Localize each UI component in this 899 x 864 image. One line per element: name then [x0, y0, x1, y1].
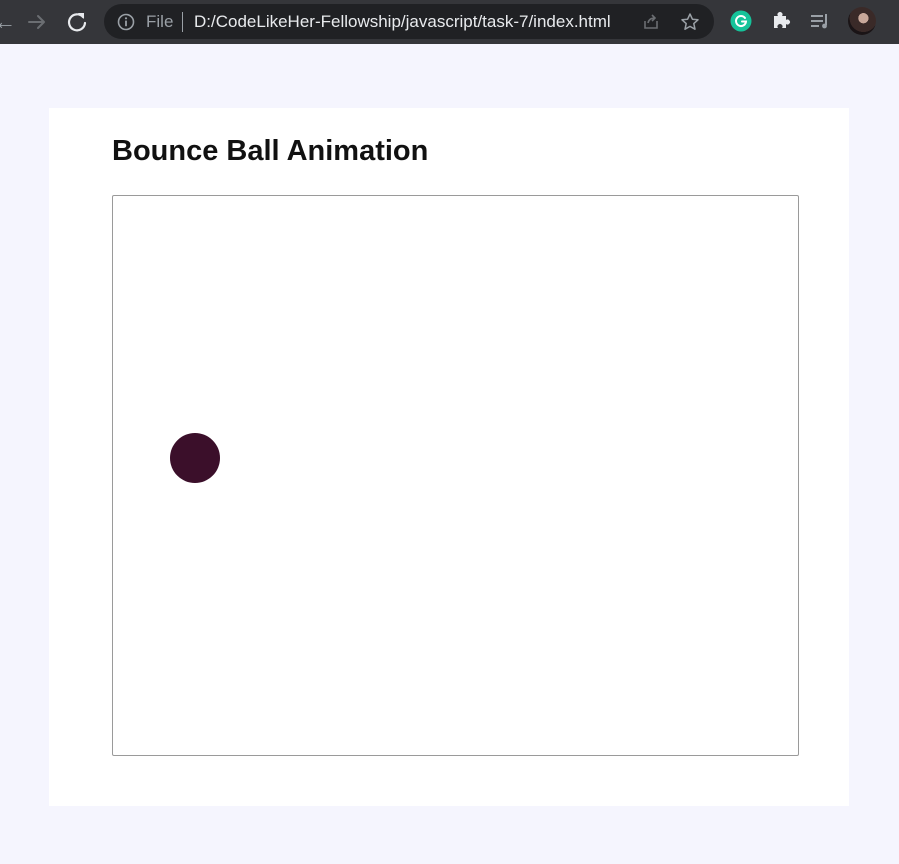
url-scheme-label: File — [146, 12, 174, 31]
back-button[interactable]: ← — [0, 8, 16, 36]
profile-avatar[interactable] — [848, 7, 876, 35]
extensions-puzzle-icon[interactable] — [770, 10, 792, 32]
bouncing-ball — [170, 433, 220, 483]
info-icon[interactable] — [117, 13, 135, 31]
address-bar[interactable]: File D:/CodeLikeHer-Fellowship/javascrip… — [104, 4, 714, 39]
page-title: Bounce Ball Animation — [112, 135, 429, 167]
share-icon[interactable] — [641, 12, 661, 32]
animation-canvas — [112, 195, 799, 756]
browser-toolbar: ← File D:/CodeLikeHer-Fellowship/javascr… — [0, 0, 899, 44]
grammarly-icon[interactable] — [730, 10, 752, 32]
media-control-icon[interactable] — [809, 10, 831, 32]
address-separator — [182, 12, 183, 32]
reload-button[interactable] — [64, 8, 90, 36]
bookmark-star-icon[interactable] — [680, 12, 700, 32]
content-card: Bounce Ball Animation — [49, 108, 849, 806]
url-text[interactable]: D:/CodeLikeHer-Fellowship/javascript/tas… — [194, 12, 611, 32]
forward-button[interactable] — [26, 8, 48, 36]
